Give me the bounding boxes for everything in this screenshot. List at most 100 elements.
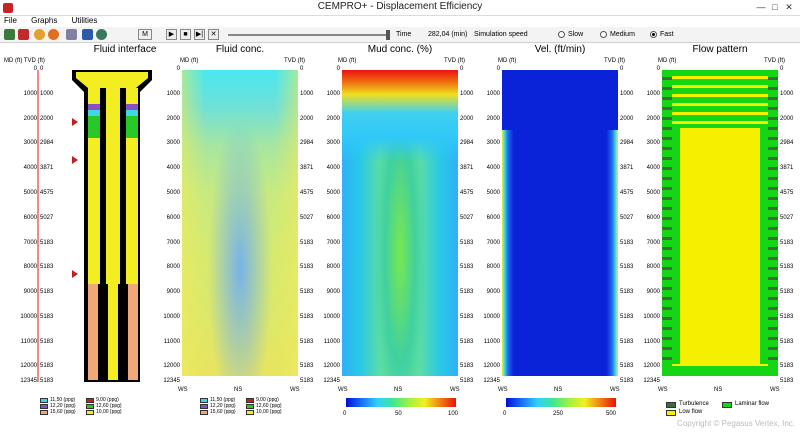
- flow-pattern-left-wall: [662, 70, 672, 376]
- mud-colorbar-min: 0: [343, 411, 347, 417]
- md-tick-label: 1000: [166, 90, 180, 97]
- md-tick-label: 5000: [486, 189, 500, 196]
- md-tick-label: 7000: [23, 239, 37, 246]
- legend-swatch: [200, 404, 208, 409]
- bottom-axis-label: NS: [714, 387, 723, 393]
- tvd-tick-label: 0: [460, 66, 464, 72]
- tvd-tick-label: 5183: [780, 264, 794, 271]
- md-tick-label: 12345: [483, 378, 500, 384]
- tvd-tick-label: 4575: [40, 189, 54, 196]
- tvd-tick-label: 1000: [40, 90, 54, 97]
- legend-swatch: [40, 410, 48, 415]
- legend-swatch: [40, 404, 48, 409]
- md-tick-label: 7000: [166, 239, 180, 246]
- bottom-axis-label: WS: [658, 387, 668, 393]
- vel-colorbar-min: 0: [503, 411, 507, 417]
- md-tick-label: 10000: [483, 313, 500, 320]
- bottom-axis-label: WS: [178, 387, 188, 393]
- tvd-tick-label: 5183: [780, 338, 794, 345]
- md-tick-label: 1000: [326, 90, 340, 97]
- low-flow-label: Low flow: [679, 409, 703, 415]
- md-tick-label: 5000: [166, 189, 180, 196]
- bottom-axis-label: WS: [770, 387, 780, 393]
- md-tick-label: 11000: [483, 338, 500, 345]
- md-tick-label: 11000: [643, 338, 660, 345]
- bottom-axis-label: NS: [394, 387, 403, 393]
- tvd-tick-label: 5183: [40, 363, 54, 370]
- flow-pattern-inner-green: [760, 128, 768, 364]
- turbulence-label: Turbulence: [679, 401, 709, 407]
- md-tick-label: 12345: [323, 378, 340, 384]
- bottom-axis-label: WS: [450, 387, 460, 393]
- tvd-tick-label: 5027: [780, 214, 794, 221]
- tvd-tick-label: 2000: [780, 115, 794, 122]
- tvd-tick-label: 0: [620, 66, 624, 72]
- vel-colorbar-mid: 250: [553, 411, 564, 417]
- md-tick-label: 3000: [23, 140, 37, 147]
- md-tick-label: 6000: [23, 214, 37, 221]
- flow-pattern-top: [662, 70, 778, 128]
- tvd-tick-label: 5027: [40, 214, 54, 221]
- md-tick-label: 12000: [643, 363, 660, 370]
- md-tick-label: 4000: [646, 165, 660, 172]
- tvd-tick-label: 5183: [40, 239, 54, 246]
- md-tick-label: 5000: [646, 189, 660, 196]
- vel-top-band: [502, 70, 618, 130]
- md-tick-label: 10000: [323, 313, 340, 320]
- tvd-tick-label: 0: [300, 66, 304, 72]
- bottom-axis-label: WS: [610, 387, 620, 393]
- bottom-axis-label: WS: [338, 387, 348, 393]
- md-tick-label: 0: [336, 66, 340, 72]
- legend-swatch: [200, 398, 208, 403]
- fluid-conc-wall-shading: [182, 70, 298, 376]
- md-tick-label: 3000: [166, 140, 180, 147]
- md-tick-label: 9000: [166, 289, 180, 296]
- md-tick-label: 10000: [643, 313, 660, 320]
- tvd-tick-label: 2000: [40, 115, 54, 122]
- md-tick-label: 10000: [163, 313, 180, 320]
- md-tick-label: 4000: [23, 165, 37, 172]
- legend-swatch: [86, 404, 94, 409]
- legend-label: 10,00 (ppg): [256, 409, 282, 415]
- md-tick-label: 8000: [326, 264, 340, 271]
- md-tick-label: 2000: [646, 115, 660, 122]
- md-tick-label: 12000: [483, 363, 500, 370]
- vel-colorbar-max: 500: [606, 411, 617, 417]
- low-flow-swatch: [666, 410, 676, 416]
- tvd-tick-label: 2984: [40, 140, 54, 147]
- md-tick-label: 9000: [326, 289, 340, 296]
- md-tick-label: 11000: [163, 338, 180, 345]
- tvd-tick-label: 5183: [780, 363, 794, 370]
- mud-conc-plot: [342, 70, 458, 376]
- md-tick-label: 3000: [646, 140, 660, 147]
- legend-label: 10,00 (ppg): [96, 409, 122, 415]
- md-tick-label: 12000: [20, 363, 37, 370]
- md-tick-label: 9000: [646, 289, 660, 296]
- legend-swatch: [246, 410, 254, 415]
- md-tick-label: 11000: [323, 338, 340, 345]
- md-tick-label: 7000: [326, 239, 340, 246]
- md-tick-label: 12000: [163, 363, 180, 370]
- md-tick-label: 6000: [486, 214, 500, 221]
- md-tick-label: 1000: [486, 90, 500, 97]
- flow-pattern-right-wall: [768, 70, 778, 376]
- tvd-tick-label: 5183: [780, 378, 794, 384]
- md-tick-label: 2000: [326, 115, 340, 122]
- md-tick-label: 5000: [23, 189, 37, 196]
- flow-pattern-inner-green: [672, 128, 680, 364]
- md-tick-label: 6000: [166, 214, 180, 221]
- md-tick-label: 1000: [646, 90, 660, 97]
- md-tick-label: 0: [656, 66, 660, 72]
- md-tick-label: 9000: [486, 289, 500, 296]
- md-tick-label: 0: [496, 66, 500, 72]
- md-tick-label: 8000: [486, 264, 500, 271]
- vel-colorbar: [506, 398, 616, 407]
- legend-label: 15,60 (ppg): [50, 409, 76, 415]
- copyright: Copyright © Pegasus Vertex, Inc.: [677, 419, 795, 428]
- tvd-tick-label: 0: [40, 66, 44, 72]
- md-tick-label: 12345: [163, 378, 180, 384]
- bottom-axis-label: WS: [498, 387, 508, 393]
- tvd-tick-label: 5183: [40, 313, 54, 320]
- legend-swatch: [86, 398, 94, 403]
- bottom-axis-label: NS: [234, 387, 243, 393]
